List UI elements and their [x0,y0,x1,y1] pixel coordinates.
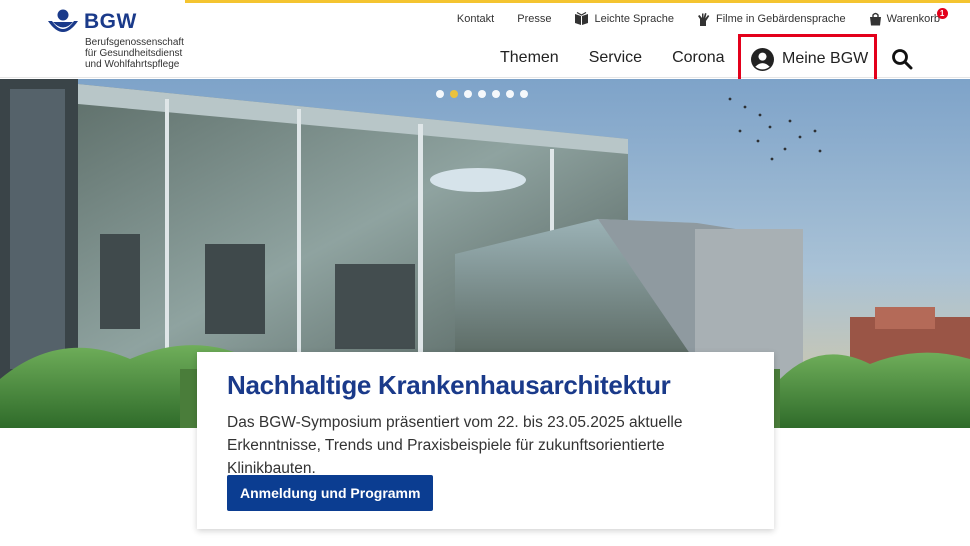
site-header: BGW Berufsgenossenschaft für Gesundheits… [0,3,970,84]
kontakt-label: Kontakt [456,13,495,25]
user-circle-icon [751,47,774,71]
kontakt-link[interactable]: Kontakt [457,13,494,25]
teaser-text: Das BGW-Symposium präsentiert vom 22. bi… [227,414,683,477]
teaser-title: Nachhaltige Krankenhausarchitektur [227,370,671,400]
carousel-dot[interactable] [478,90,486,98]
logo-subtitle-line: für Gesundheitsdienst [85,48,183,59]
warenkorb-label: Warenkorb [886,13,940,25]
cart-count-badge: 1 [936,8,948,19]
bgw-logo[interactable]: BGW Berufsgenossenschaft für Gesundheits… [46,7,206,71]
meine-bgw-label: Meine BGW [782,50,869,67]
leichte-sprache-link[interactable]: Leichte Sprache [574,12,674,26]
nav-themen[interactable]: Themen [500,49,559,67]
carousel-dot[interactable] [492,90,500,98]
anmeldung-button[interactable]: Anmeldung und Programm [227,475,434,511]
shopping-bag-icon [869,12,881,26]
leichte-sprache-label: Leichte Sprache [594,13,674,25]
carousel-dot[interactable] [464,90,472,98]
presse-link[interactable]: Presse [517,13,551,25]
carousel-dots [436,90,528,98]
warenkorb-link[interactable]: Warenkorb 1 [869,8,948,26]
logo-wordmark: BGW [84,10,137,33]
filme-label: Filme in Gebärdensprache [715,13,846,25]
carousel-dot-active[interactable] [450,90,458,98]
search-icon[interactable] [891,48,913,70]
presse-label: Presse [517,13,552,25]
teaser-card: Nachhaltige Krankenhausarchitektur Das B… [197,352,774,529]
meine-bgw-button[interactable]: Meine BGW [738,34,877,84]
main-nav: Themen Service Corona [500,36,755,80]
book-icon [575,12,589,25]
carousel-dot[interactable] [506,90,514,98]
nav-service[interactable]: Service [589,49,642,67]
page: BGW Berufsgenossenschaft für Gesundheits… [0,0,970,546]
carousel-dot[interactable] [520,90,528,98]
utility-nav: Kontakt Presse Leichte Sprache Filme in … [434,8,948,29]
logo-subtitle-line: und Wohlfahrtspflege [85,59,180,70]
carousel-dot[interactable] [436,90,444,98]
nav-corona[interactable]: Corona [672,49,724,67]
filme-link[interactable]: Filme in Gebärdensprache [697,12,846,27]
sign-language-hand-icon [697,12,710,26]
logo-subtitle: Berufsgenossenschaft für Gesundheitsdien… [85,37,184,70]
logo-subtitle-line: Berufsgenossenschaft [85,37,184,48]
bgw-logo-icon [48,9,78,32]
